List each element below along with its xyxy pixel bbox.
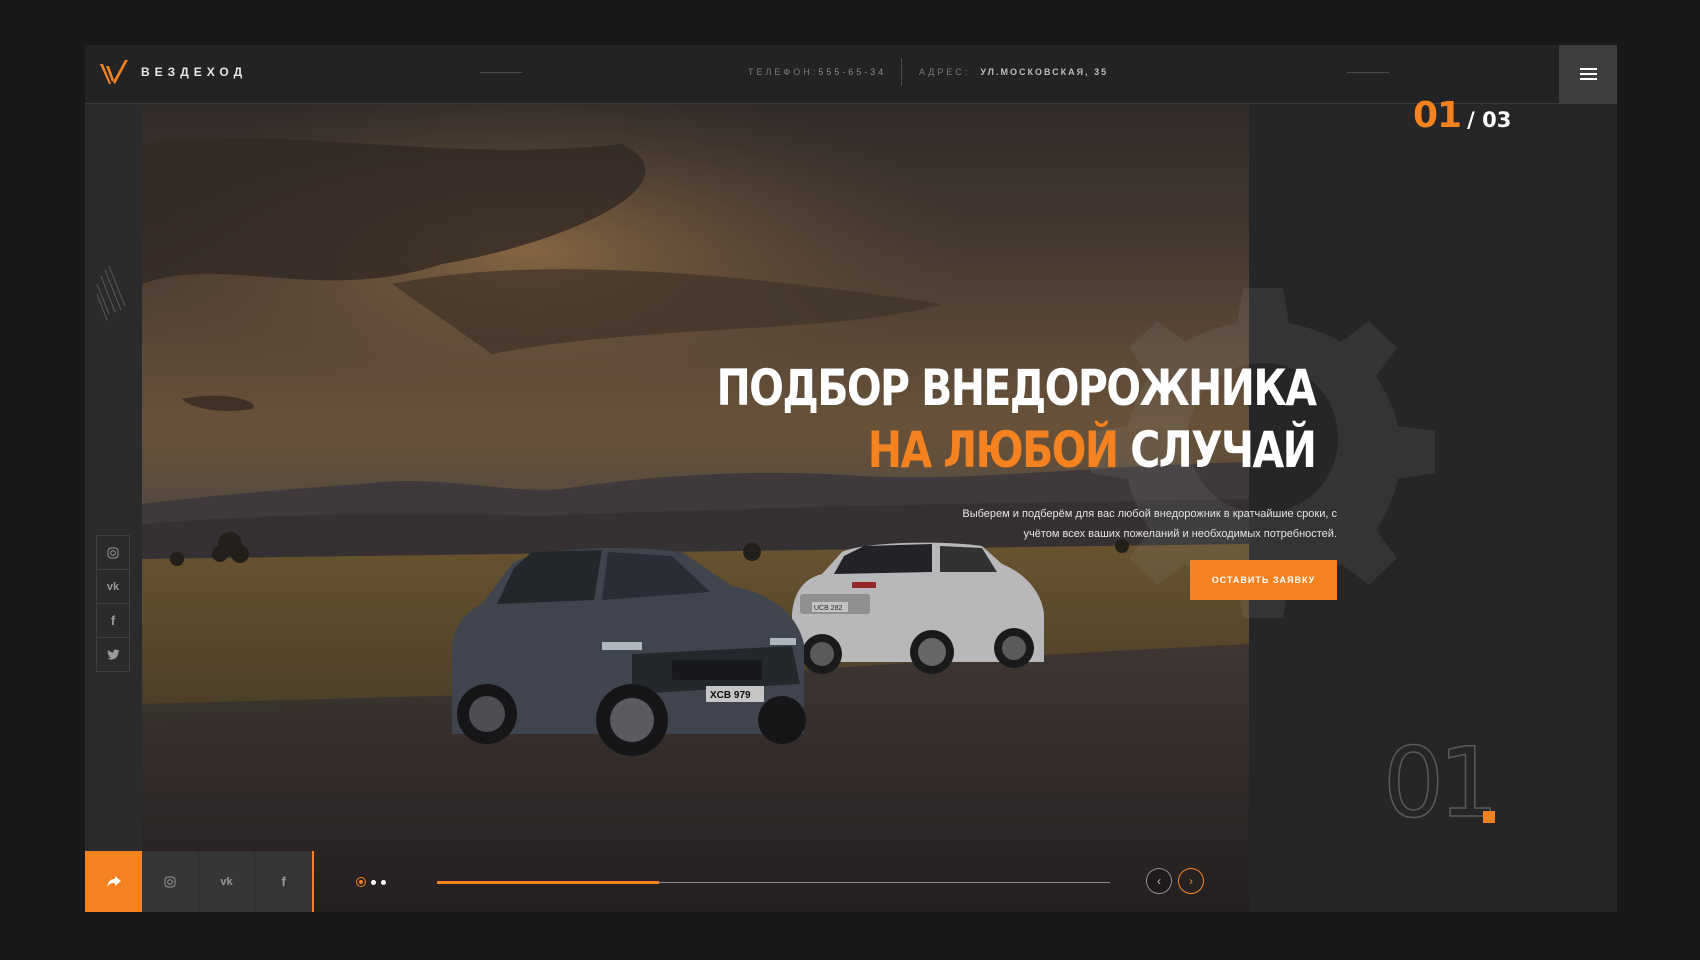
menu-button[interactable] (1559, 45, 1617, 103)
header-separator (901, 58, 902, 86)
headline-line-2: НА ЛЮБОЙ СЛУЧАЙ (716, 419, 1317, 481)
headline-line-1: ПОДБОР ВНЕДОРОЖНИКА (716, 359, 1316, 417)
submit-request-button[interactable]: ОСТАВИТЬ ЗАЯВКУ (1190, 560, 1337, 600)
decorative-hatch-icon (96, 266, 126, 321)
big-slide-number: 01 (1382, 727, 1500, 839)
header-divider-left (480, 72, 522, 73)
slider-progress-fill (437, 881, 660, 884)
phone-label: ТЕЛЕФОН: (748, 67, 819, 77)
hero-subtitle: Выберем и подберём для вас любой внедоро… (927, 504, 1337, 544)
facebook-icon[interactable]: f (255, 851, 312, 912)
vk-icon[interactable]: vk (199, 851, 256, 912)
address-value: УЛ.МОСКОВСКАЯ, 35 (980, 67, 1109, 77)
header-divider-right (1347, 72, 1389, 73)
chevron-right-icon: › (1189, 874, 1193, 888)
share-button[interactable] (85, 851, 142, 912)
headline-rest: СЛУЧАЙ (1117, 421, 1317, 479)
phone-info: ТЕЛЕФОН:555-65-34 (748, 67, 886, 77)
facebook-icon[interactable]: f (96, 603, 130, 638)
logo-icon[interactable] (97, 56, 131, 90)
side-social-links: vk f (96, 535, 130, 672)
next-slide-button[interactable]: › (1178, 868, 1204, 894)
header: ВЕЗДЕХОД ТЕЛЕФОН:555-65-34 АДРЕС: УЛ.МОСК… (85, 45, 1617, 104)
slider-dots (356, 877, 386, 887)
twitter-icon[interactable] (96, 637, 130, 672)
slider-dot-3[interactable] (381, 879, 386, 885)
slide-counter: 01/ 03 (1413, 95, 1511, 136)
current-slide-number: 01 (1413, 95, 1462, 136)
chevron-left-icon: ‹ (1157, 874, 1161, 888)
address-info: АДРЕС: УЛ.МОСКОВСКАЯ, 35 (919, 67, 1108, 77)
bottom-social-links: vk f (142, 851, 314, 912)
vk-icon[interactable]: vk (96, 569, 130, 604)
phone-value[interactable]: 555-65-34 (818, 67, 886, 77)
instagram-icon[interactable] (142, 851, 199, 912)
slider-progress (437, 881, 1110, 884)
subtitle-line-1: Выберем и подберём для вас любой внедоро… (962, 508, 1337, 520)
brand-name[interactable]: ВЕЗДЕХОД (141, 65, 247, 79)
hamburger-menu-icon (1579, 68, 1597, 80)
total-slides: / 03 (1467, 108, 1512, 132)
address-label: АДРЕС: (919, 67, 971, 77)
left-sidebar: vk f (85, 104, 142, 912)
headline-accent: НА ЛЮБОЙ (867, 421, 1118, 479)
instagram-icon[interactable] (96, 535, 130, 570)
prev-slide-button[interactable]: ‹ (1146, 868, 1172, 894)
accent-square (1483, 811, 1495, 823)
hero-headline: ПОДБОР ВНЕДОРОЖНИКА НА ЛЮБОЙ СЛУЧАЙ (716, 357, 1317, 481)
slider-dot-1[interactable] (356, 877, 366, 887)
subtitle-line-2: учётом всех ваших пожеланий и необходимы… (1023, 528, 1337, 540)
share-arrow-icon (106, 875, 121, 887)
slider-dot-2[interactable] (371, 879, 376, 885)
